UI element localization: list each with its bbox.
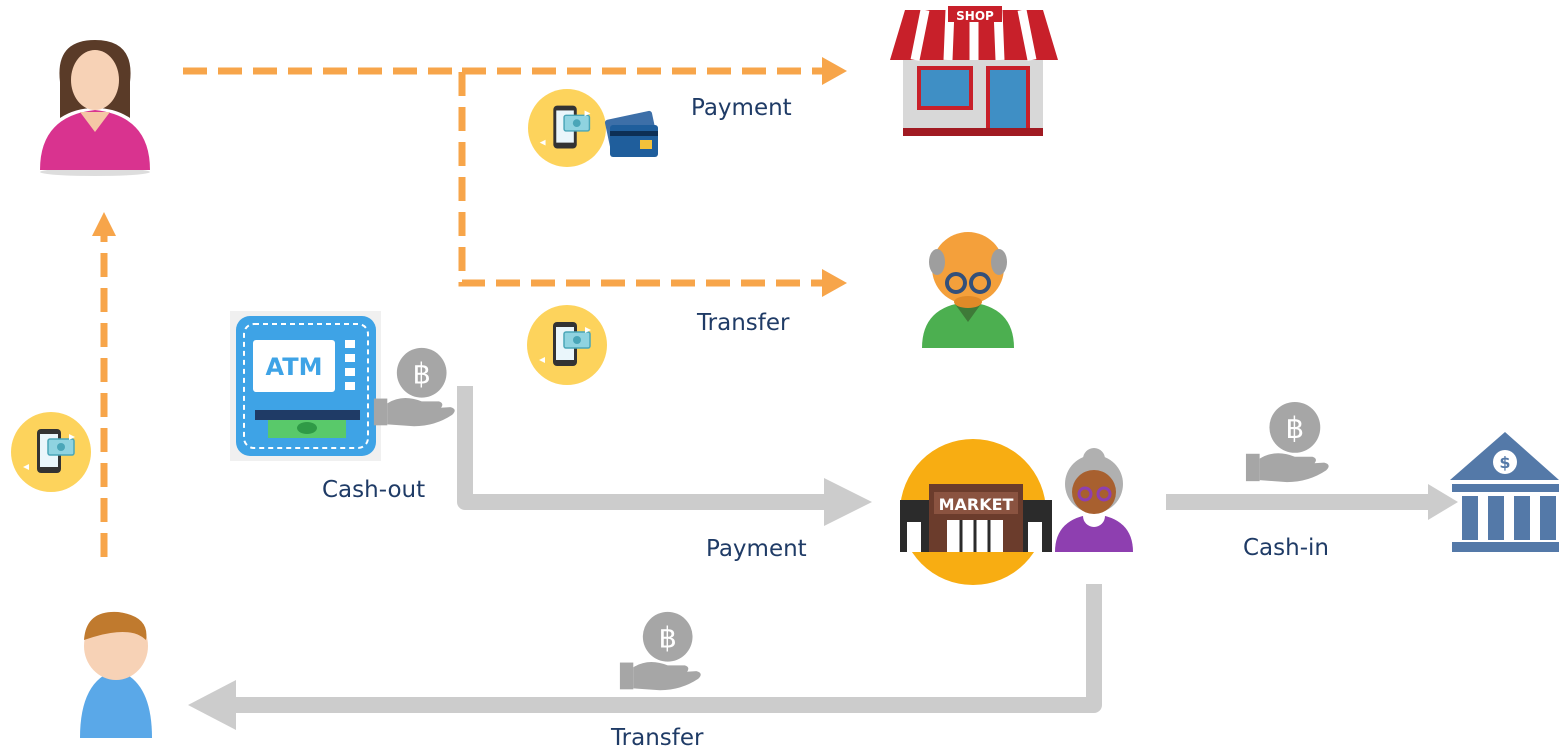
- market-icon: MARKET: [900, 439, 1052, 585]
- mobile-transfer-icon: [527, 305, 607, 385]
- cash-in-label: Cash-in: [1243, 535, 1329, 561]
- elderly-man-icon: [922, 232, 1014, 348]
- cash-arrowheads: [188, 478, 1458, 730]
- payment-label-top: Payment: [691, 95, 792, 121]
- money-flow-diagram: ฿: [0, 0, 1559, 752]
- cash-out-coin-icon: [373, 347, 455, 427]
- cash-out-label: Cash-out: [322, 477, 426, 503]
- transfer-label-bottom: Transfer: [611, 725, 704, 751]
- mobile-payment-icon: [528, 89, 658, 167]
- bank-icon: $: [1450, 432, 1559, 552]
- svg-text:ATM: ATM: [266, 353, 323, 381]
- svg-text:$: $: [1499, 453, 1510, 472]
- transfer-label-top: Transfer: [697, 310, 790, 336]
- payment-label-bottom: Payment: [706, 536, 807, 562]
- digital-arrowheads: [92, 57, 847, 297]
- elderly-woman-icon: [1055, 448, 1133, 552]
- transfer-coin-icon: [619, 611, 701, 691]
- cash-in-coin-icon: [1245, 401, 1329, 483]
- woman-user-icon: [40, 40, 150, 176]
- man-user-icon: [80, 611, 152, 738]
- svg-text:SHOP: SHOP: [956, 9, 994, 23]
- mobile-wallet-icon: [11, 412, 91, 492]
- atm-icon: ATM: [230, 311, 381, 461]
- shop-icon: SHOP: [890, 6, 1058, 136]
- credit-card-icon: [604, 110, 658, 157]
- svg-text:MARKET: MARKET: [939, 495, 1014, 514]
